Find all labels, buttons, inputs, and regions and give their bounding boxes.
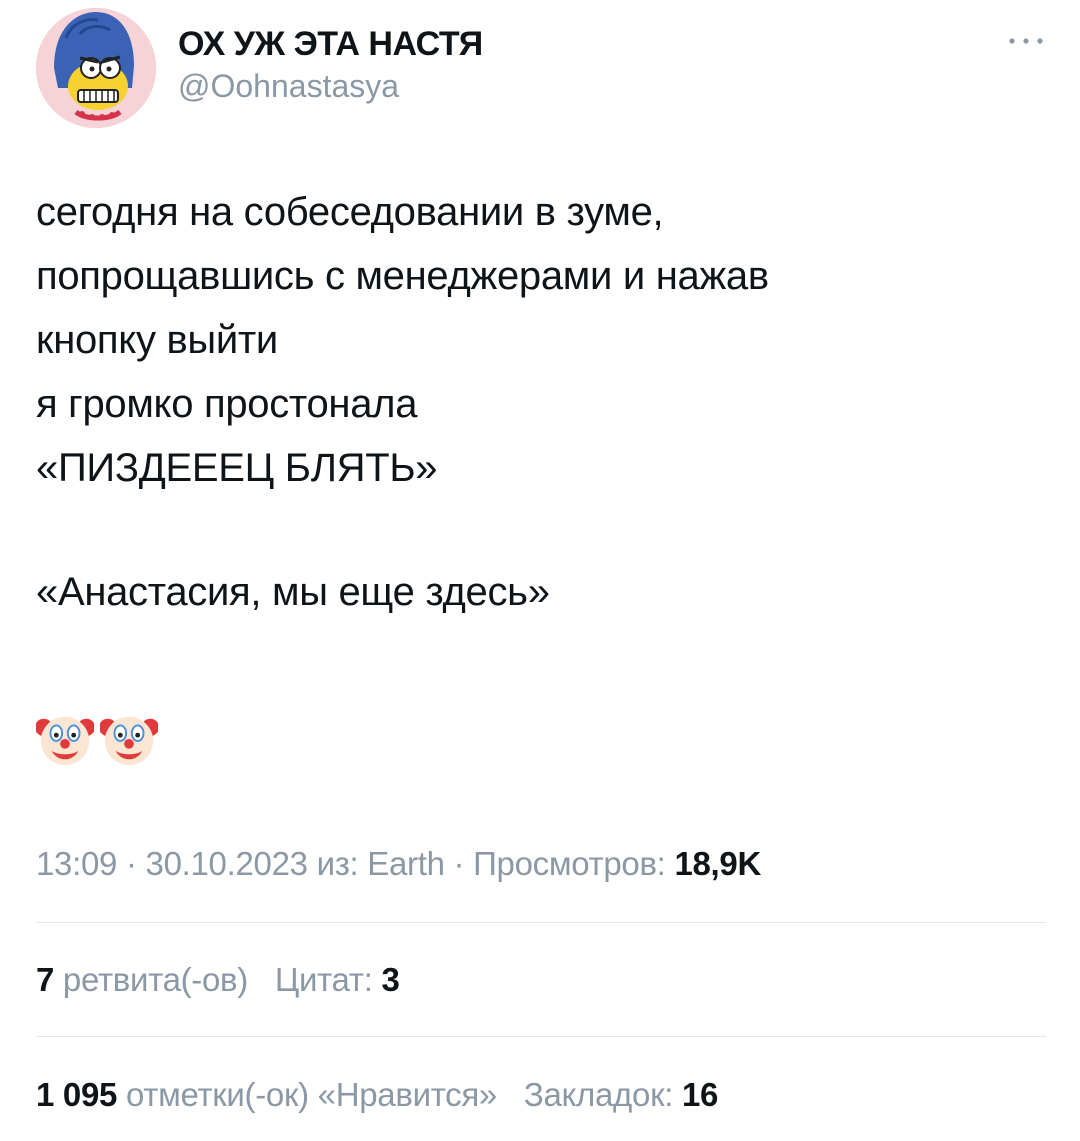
views-count: 18,9K [674, 845, 761, 882]
quotes-stat[interactable]: Цитат: 3 [275, 961, 400, 998]
tweet-meta: 13:09 · 30.10.2023 из: Earth · Просмотро… [36, 842, 761, 886]
clown-face-icon [36, 716, 94, 766]
source-prefix: из: [307, 845, 368, 882]
tweet-date[interactable]: 30.10.2023 [146, 845, 308, 882]
more-options-button[interactable] [1000, 26, 1052, 56]
bookmarks-count: 16 [681, 1076, 719, 1113]
tweet-source[interactable]: Earth [367, 845, 445, 882]
quotes-count: 3 [381, 961, 400, 998]
more-dots-icon [1009, 38, 1043, 44]
meta-separator: · [117, 845, 146, 882]
tweet-line: кнопку выйти [36, 318, 278, 362]
tweet-header: ОХ УЖ ЭТА НАСТЯ @Oohnastasya [36, 8, 1056, 132]
likes-count: 1 095 [36, 1076, 118, 1113]
likes-stat[interactable]: 1 095 отметки(-ок) «Нравится» [36, 1076, 497, 1113]
tweet-line: «ПИЗДЕЕЕЦ БЛЯТЬ» [36, 446, 438, 490]
author-names: ОХ УЖ ЭТА НАСТЯ @Oohnastasya [178, 24, 483, 106]
clown-face-icon [100, 716, 158, 766]
tweet-line: сегодня на собеседовании в зуме, [36, 190, 664, 234]
bookmarks-label: Закладок: [523, 1076, 682, 1113]
tweet-text: сегодня на собеседовании в зуме, попроща… [36, 180, 1036, 624]
display-name[interactable]: ОХ УЖ ЭТА НАСТЯ [178, 24, 483, 64]
meta-separator: · [444, 845, 474, 882]
retweets-stat[interactable]: 7 ретвита(-ов) [36, 961, 248, 998]
tweet-line: я громко простонала [36, 382, 418, 426]
views-label: Просмотров: [473, 845, 675, 882]
likes-label: отметки(-ок) «Нравится» [117, 1076, 497, 1113]
divider [36, 922, 1046, 923]
emoji-row [36, 710, 158, 766]
tweet-reply-line: «Анастасия, мы еще здесь» [36, 570, 550, 614]
quotes-label: Цитат: [274, 961, 382, 998]
stats-row-likes: 1 095 отметки(-ок) «Нравится» Закладок: … [36, 1073, 718, 1117]
retweets-label: ретвита(-ов) [54, 961, 248, 998]
tweet-card: ОХ УЖ ЭТА НАСТЯ @Oohnastasya сегодня на … [0, 0, 1080, 1141]
tweet-line: попрощавшись с менеджерами и нажав [36, 254, 769, 298]
bookmarks-stat[interactable]: Закладок: 16 [523, 1076, 719, 1113]
user-handle[interactable]: @Oohnastasya [178, 66, 483, 106]
avatar[interactable] [36, 8, 156, 128]
divider [36, 1036, 1046, 1037]
stats-row-reposts: 7 ретвита(-ов) Цитат: 3 [36, 958, 400, 1002]
cartoon-avatar-icon [36, 8, 156, 128]
tweet-time[interactable]: 13:09 [36, 845, 117, 882]
retweets-count: 7 [36, 961, 55, 998]
